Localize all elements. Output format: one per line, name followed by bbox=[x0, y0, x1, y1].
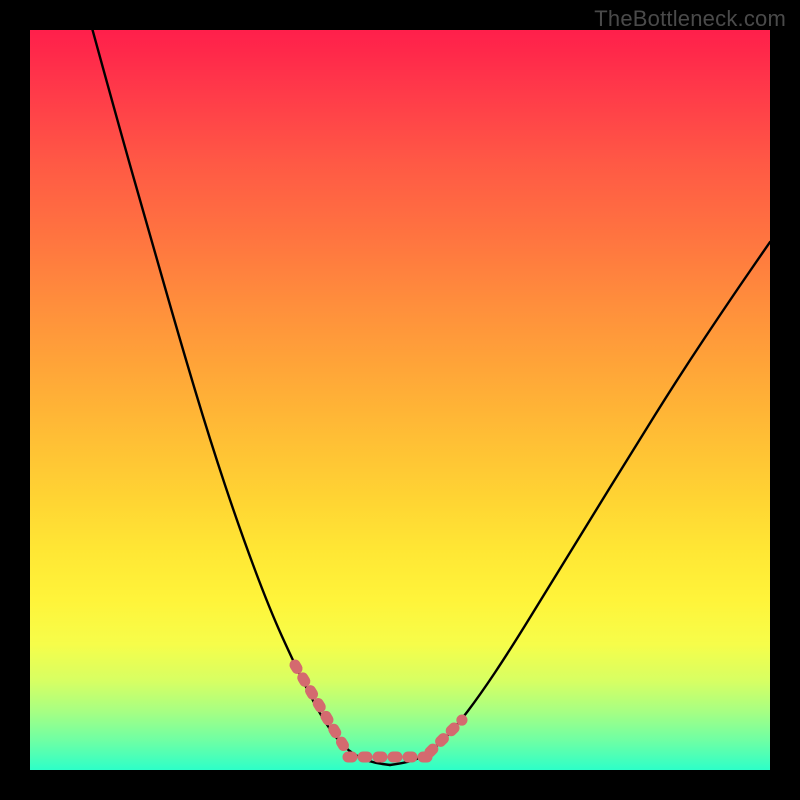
watermark-text: TheBottleneck.com bbox=[594, 6, 786, 32]
marker-left-dash bbox=[295, 665, 345, 748]
chart-svg bbox=[30, 30, 770, 770]
chart-frame: TheBottleneck.com bbox=[0, 0, 800, 800]
marker-right-dash bbox=[430, 720, 462, 752]
left-curve bbox=[92, 30, 390, 765]
right-curve bbox=[390, 242, 770, 765]
